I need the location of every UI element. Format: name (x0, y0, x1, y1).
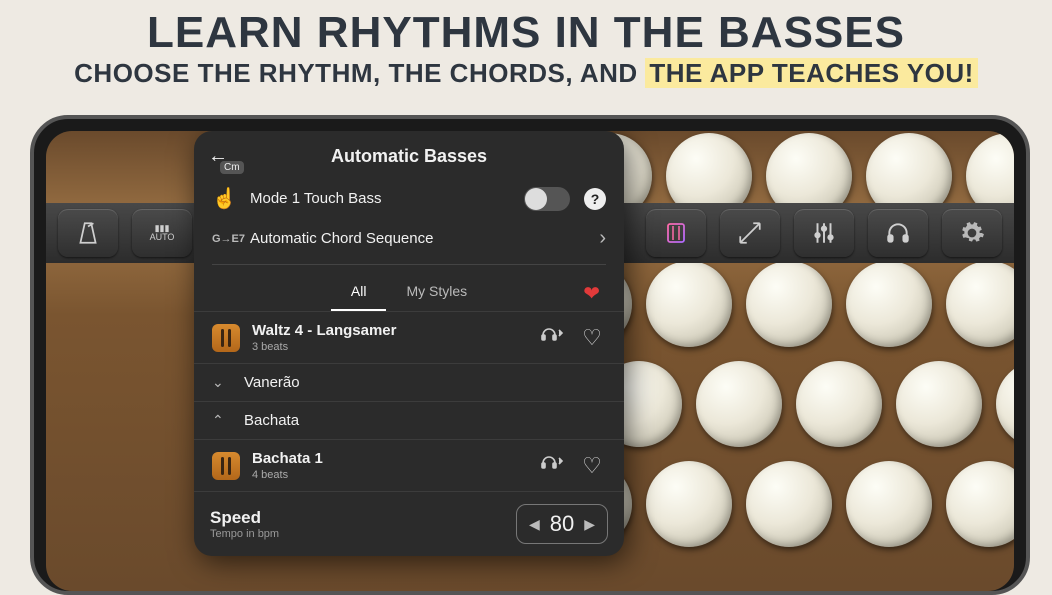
accordion-button[interactable] (946, 461, 1014, 547)
favorites-filter-icon[interactable]: ❤ (583, 281, 600, 306)
accordion-button[interactable] (996, 361, 1014, 447)
promo-title: LEARN RHYTHMS IN THE BASSES (0, 8, 1052, 58)
chord-sequence-label: Automatic Chord Sequence (250, 230, 585, 247)
device-frame: ▮▮▮AUTO ← Cm Automatic Basses ☝ Mode 1 T… (30, 115, 1030, 595)
chord-chip: Cm (220, 161, 244, 174)
accordion-button[interactable] (796, 361, 882, 447)
style-item[interactable]: Waltz 4 - Langsamer 3 beats ♡ (194, 311, 624, 363)
accordion-icon (212, 452, 240, 480)
chevron-right-icon: › (599, 227, 606, 250)
accordion-button[interactable] (646, 461, 732, 547)
accordion-button[interactable] (746, 461, 832, 547)
style-beats: 4 beats (252, 469, 526, 481)
subtitle-highlight: THE APP TEACHES YOU! (645, 58, 977, 88)
preview-icon[interactable] (538, 452, 566, 480)
chevron-down-icon: ⌄ (212, 374, 232, 391)
touch-bass-label: Mode 1 Touch Bass (250, 190, 510, 207)
favorite-icon[interactable]: ♡ (578, 325, 606, 351)
touch-icon: ☝ (212, 186, 236, 211)
decrease-icon[interactable]: ◀ (529, 516, 540, 533)
headphones-button[interactable] (868, 209, 928, 257)
divider (212, 264, 606, 265)
promo-header: LEARN RHYTHMS IN THE BASSES CHOOSE THE R… (0, 0, 1052, 93)
style-item[interactable]: Bachata 1 4 beats ♡ (194, 439, 624, 491)
accordion-button[interactable] (846, 461, 932, 547)
speed-label: Speed (210, 508, 506, 528)
settings-button[interactable] (942, 209, 1002, 257)
group-label: Bachata (244, 412, 299, 429)
group-bachata[interactable]: ⌃ Bachata (194, 401, 624, 439)
accordion-button[interactable] (646, 261, 732, 347)
speed-stepper[interactable]: ◀ 80 ▶ (516, 504, 608, 544)
accordion-button[interactable] (746, 261, 832, 347)
chord-sequence-row[interactable]: G→E7 Automatic Chord Sequence › (194, 219, 624, 258)
back-button[interactable]: ← Cm (208, 145, 244, 168)
chevron-up-icon: ⌃ (212, 412, 232, 429)
accordion-icon (212, 324, 240, 352)
accordion-button[interactable] (946, 261, 1014, 347)
mixer-button[interactable] (794, 209, 854, 257)
touch-bass-toggle[interactable] (524, 187, 570, 211)
sequence-icon: G→E7 (212, 233, 236, 245)
basses-button[interactable] (646, 209, 706, 257)
increase-icon[interactable]: ▶ (584, 516, 595, 533)
group-label: Vanerão (244, 374, 300, 391)
tab-all[interactable]: All (331, 275, 387, 311)
accordion-button[interactable] (846, 261, 932, 347)
promo-subtitle: CHOOSE THE RHYTHM, THE CHORDS, AND THE A… (0, 58, 1052, 89)
metronome-button[interactable] (58, 209, 118, 257)
touch-bass-row: ☝ Mode 1 Touch Bass ? (194, 178, 624, 219)
tab-my-styles[interactable]: My Styles (386, 275, 487, 311)
preview-icon[interactable] (538, 324, 566, 352)
speed-row: Speed Tempo in bpm ◀ 80 ▶ (194, 491, 624, 556)
auto-button[interactable]: ▮▮▮AUTO (132, 209, 192, 257)
auto-basses-panel: ← Cm Automatic Basses ☝ Mode 1 Touch Bas… (194, 131, 624, 556)
favorite-icon[interactable]: ♡ (578, 453, 606, 479)
accordion-button[interactable] (696, 361, 782, 447)
speed-value: 80 (550, 511, 574, 537)
measure-button[interactable] (720, 209, 780, 257)
subtitle-prefix: CHOOSE THE RHYTHM, THE CHORDS, AND (74, 58, 645, 88)
accordion-button[interactable] (896, 361, 982, 447)
device-screen: ▮▮▮AUTO ← Cm Automatic Basses ☝ Mode 1 T… (46, 131, 1014, 591)
style-name: Waltz 4 - Langsamer (252, 322, 526, 339)
style-name: Bachata 1 (252, 450, 526, 467)
speed-sublabel: Tempo in bpm (210, 528, 506, 540)
panel-title: Automatic Basses (244, 146, 574, 167)
group-vanerao[interactable]: ⌄ Vanerão (194, 363, 624, 401)
style-beats: 3 beats (252, 341, 526, 353)
help-icon[interactable]: ? (584, 188, 606, 210)
tabs: All My Styles ❤ (194, 271, 624, 311)
panel-header: ← Cm Automatic Basses (194, 141, 624, 178)
